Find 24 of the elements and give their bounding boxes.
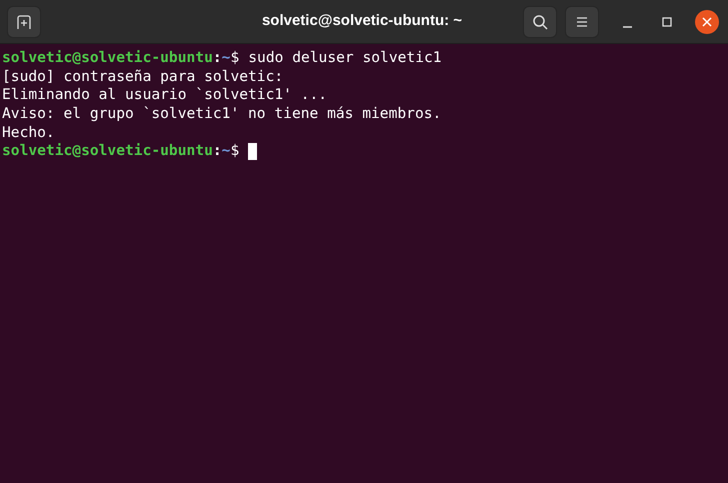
prompt-path: ~: [222, 142, 230, 162]
prompt-separator: :: [212, 142, 222, 162]
close-button[interactable]: [695, 10, 719, 34]
window-title: solvetic@solvetic-ubuntu: ~: [262, 11, 462, 32]
new-tab-icon: [16, 14, 32, 30]
prompt-separator: :: [212, 49, 222, 68]
prompt-symbol: $: [230, 142, 240, 162]
search-button[interactable]: [523, 6, 557, 38]
output-line: Aviso: el grupo `solvetic1' no tiene más miembros.: [2, 105, 442, 124]
menu-button[interactable]: [565, 6, 599, 38]
menu-icon: [576, 16, 588, 28]
minimize-icon: [622, 26, 632, 28]
prompt-user-host: solvetic@solvetic-ubuntu: [2, 49, 213, 68]
prompt-user-host: solvetic@solvetic-ubuntu: [2, 142, 213, 162]
output-line: [sudo] contraseña para solvetic:: [2, 68, 284, 86]
prompt-symbol: $: [230, 49, 240, 68]
close-icon: [702, 16, 712, 26]
output-line: Hecho.: [2, 124, 56, 142]
new-tab-button[interactable]: [7, 6, 41, 38]
output-line: Eliminando al usuario `solvetic1' ...: [2, 86, 328, 106]
maximize-icon: [662, 16, 672, 26]
search-icon: [532, 14, 548, 30]
command-text: sudo deluser solvetic1: [248, 49, 442, 68]
prompt-path: ~: [222, 49, 230, 68]
